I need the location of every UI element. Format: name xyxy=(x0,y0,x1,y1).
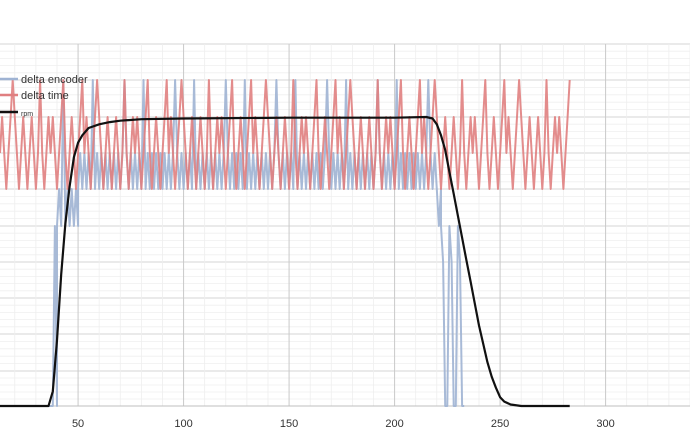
legend-label-delta-encoder: delta encoder xyxy=(21,74,88,86)
x-tick-label: 200 xyxy=(385,418,403,430)
legend-label-delta-time: delta time xyxy=(21,90,69,102)
x-tick-label: 50 xyxy=(72,418,84,430)
chart-svg: 50 100 150 200 250 300 delta encoder delta time… xyxy=(0,43,690,430)
x-tick-label: 300 xyxy=(596,418,614,430)
legend-label-rpm: rpm xyxy=(21,111,33,118)
x-tick-label: 100 xyxy=(174,418,192,430)
x-tick-label: 150 xyxy=(280,418,298,430)
x-tick-label: 250 xyxy=(491,418,509,430)
chart: 50 100 150 200 250 300 delta encoder delta time… xyxy=(0,0,690,437)
